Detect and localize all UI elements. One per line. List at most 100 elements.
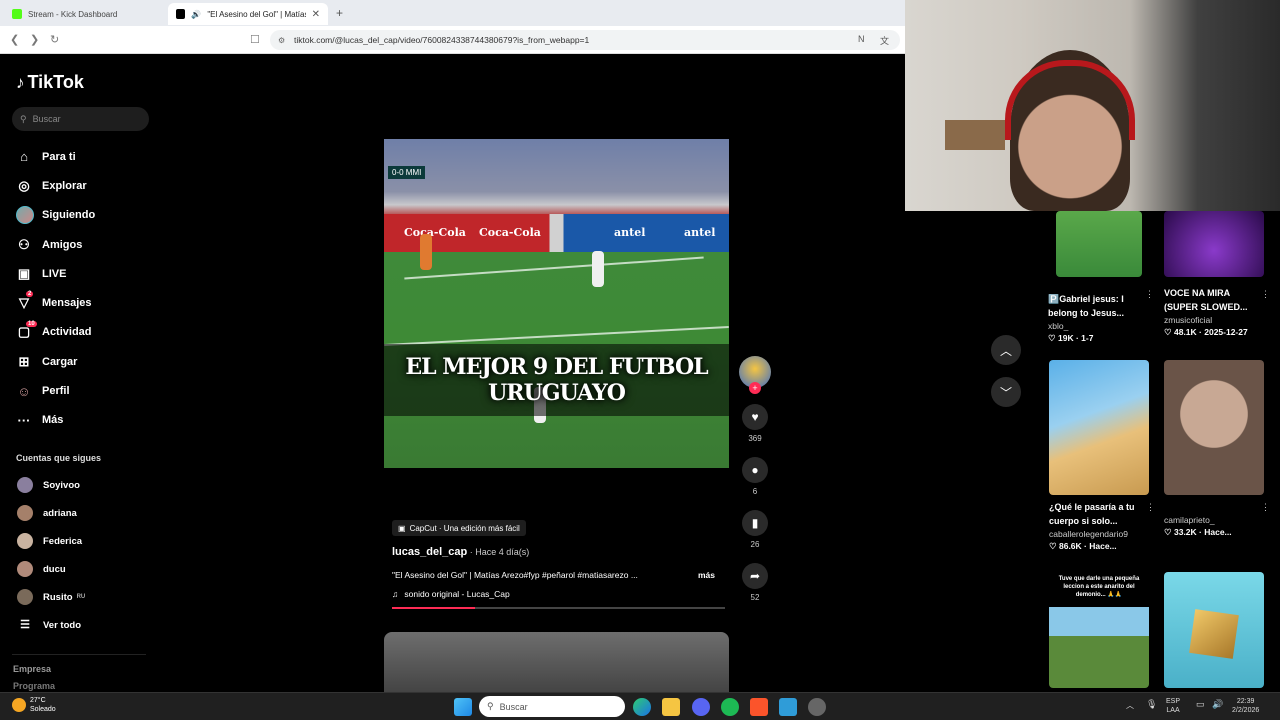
nav-label: Explorar bbox=[42, 179, 87, 192]
rec-date: 1-7 bbox=[1081, 333, 1094, 343]
following-item[interactable]: Soyivoo bbox=[0, 471, 160, 499]
nav-mas[interactable]: ··· Más bbox=[0, 406, 160, 435]
windows-start-icon[interactable] bbox=[454, 698, 472, 716]
following-item[interactable]: Rusito RU bbox=[0, 583, 160, 611]
clock[interactable]: 22:39 2/2/2026 bbox=[1232, 697, 1259, 715]
new-tab-button[interactable]: + bbox=[336, 6, 343, 20]
following-item[interactable]: adriana bbox=[0, 499, 160, 527]
recommended-video-info[interactable]: 🅿️Gabriel jesus: I belong to Jesus... xb… bbox=[1048, 287, 1154, 344]
video-progress-bar[interactable] bbox=[392, 607, 725, 609]
tray-chevron-icon[interactable]: ︿ bbox=[1126, 701, 1134, 710]
previous-video-button[interactable]: ︿ bbox=[991, 335, 1021, 365]
see-all-link[interactable]: ☰ Ver todo bbox=[0, 611, 160, 639]
more-options-icon[interactable]: ⋮ bbox=[1261, 502, 1270, 513]
more-button[interactable]: más bbox=[698, 570, 715, 580]
messages-icon: ▽ bbox=[19, 295, 29, 311]
recommended-video[interactable] bbox=[1164, 572, 1264, 688]
recommended-video[interactable] bbox=[1056, 211, 1142, 277]
microphone-icon[interactable]: 🎙 bbox=[1146, 700, 1157, 709]
nav-explorar[interactable]: ◎ Explorar bbox=[0, 171, 160, 200]
file-explorer-icon[interactable] bbox=[662, 698, 680, 716]
share-button[interactable]: ➦ bbox=[742, 563, 768, 589]
close-tab-icon[interactable]: ✕ bbox=[312, 9, 320, 20]
capcut-tag[interactable]: ▣ CapCut · Una edición más fácil bbox=[392, 520, 526, 536]
nav-actividad[interactable]: ▢ 10 Actividad bbox=[0, 318, 160, 347]
video-thumbnail bbox=[1164, 211, 1264, 277]
nav-live[interactable]: ▣ LIVE bbox=[0, 259, 160, 288]
reload-icon[interactable]: ↻ bbox=[50, 33, 59, 46]
video-actions: + ♥ 369 ● 6 ▮ 26 ➦ 52 bbox=[738, 356, 772, 616]
video-player[interactable]: 0-0 MMI Coca-Cola Coca-Cola antel antel … bbox=[384, 139, 729, 468]
next-video-button[interactable]: ﹀ bbox=[991, 377, 1021, 407]
following-name: Soyivoo bbox=[43, 479, 80, 491]
url-text: tiktok.com/@lucas_del_cap/video/76008243… bbox=[294, 35, 590, 45]
following-item[interactable]: Federica bbox=[0, 527, 160, 555]
nav-perfil[interactable]: ☺ Perfil bbox=[0, 376, 160, 405]
tiktok-logo[interactable]: ♪ TikTok bbox=[16, 72, 84, 93]
back-icon[interactable]: ❮ bbox=[10, 33, 19, 46]
notification-badge: 10 bbox=[26, 320, 37, 327]
comment-button[interactable]: ● bbox=[742, 457, 768, 483]
nav-mensajes[interactable]: ▽ 2 Mensajes bbox=[0, 288, 160, 317]
more-options-icon[interactable]: ⋮ bbox=[1261, 289, 1270, 300]
pitch-line bbox=[404, 256, 704, 280]
nav-para-ti[interactable]: ⌂ Para ti bbox=[0, 142, 160, 171]
thumbnail-caption: Tuve que darle una pequeña leccion a est… bbox=[1058, 576, 1140, 598]
friends-icon: ⚇ bbox=[18, 236, 30, 252]
sound-link[interactable]: ♫ sonido original - Lucas_Cap bbox=[392, 589, 510, 599]
recommended-video[interactable]: ¿Qué le pasaría a tu cuerpo si solo... c… bbox=[1049, 360, 1155, 552]
chevron-down-icon: ﹀ bbox=[999, 385, 1012, 400]
rec-stats: ♡ 19K · 1-7 bbox=[1048, 333, 1094, 343]
bookmark-icon[interactable]: ☐ bbox=[250, 33, 260, 46]
language-indicator[interactable]: ESP LAA bbox=[1166, 697, 1180, 715]
spotify-icon[interactable] bbox=[721, 698, 739, 716]
nav-siguiendo[interactable]: Siguiendo bbox=[0, 201, 160, 230]
footer-link-programa[interactable]: Programa bbox=[13, 681, 55, 691]
footer-link-empresa[interactable]: Empresa bbox=[13, 664, 51, 674]
ad-text: Coca-Cola bbox=[479, 226, 541, 239]
author-name[interactable]: lucas_del_cap bbox=[392, 546, 467, 558]
like-button[interactable]: ♥ bbox=[742, 404, 768, 430]
url-field[interactable]: ⚙ tiktok.com/@lucas_del_cap/video/760082… bbox=[270, 30, 900, 50]
tab-kick-dashboard[interactable]: Stream - Kick Dashboard bbox=[4, 3, 164, 25]
rec-date: 2025-12-27 bbox=[1204, 327, 1248, 337]
rec-stats: ♡ 33.2K · Hace... bbox=[1164, 527, 1232, 537]
video-thumbnail bbox=[1049, 360, 1149, 495]
site-info-icon[interactable]: ⚙ bbox=[278, 36, 285, 45]
forward-icon[interactable]: ❯ bbox=[30, 33, 39, 46]
rec-likes: 48.1K bbox=[1173, 327, 1197, 337]
follow-plus-icon[interactable]: + bbox=[749, 382, 761, 394]
brave-icon[interactable] bbox=[750, 698, 768, 716]
reader-icon[interactable]: N bbox=[858, 34, 865, 44]
nav-label: Cargar bbox=[42, 355, 78, 368]
more-options-icon[interactable]: ⋮ bbox=[1145, 289, 1154, 300]
taskbar-search[interactable]: ⚲ Buscar bbox=[479, 696, 625, 717]
weather-widget[interactable]: 27°C Soleado bbox=[12, 696, 56, 714]
nav-label: Siguiendo bbox=[42, 209, 96, 222]
creator-avatar[interactable]: + bbox=[739, 356, 771, 394]
translate-icon[interactable]: 文 bbox=[880, 34, 889, 47]
next-video-preview[interactable] bbox=[384, 632, 729, 692]
heart-icon: ♥ bbox=[751, 410, 759, 424]
more-options-icon[interactable]: ⋮ bbox=[1146, 502, 1155, 513]
save-button[interactable]: ▮ bbox=[742, 510, 768, 536]
nav-cargar[interactable]: ⊞ Cargar bbox=[0, 347, 160, 376]
rec-user: xblo_ bbox=[1048, 321, 1069, 331]
recommended-video[interactable]: VOCE NA MIRA (SUPER SLOWED... zmusicofic… bbox=[1164, 211, 1270, 338]
following-item[interactable]: ducu bbox=[0, 555, 160, 583]
search-input[interactable]: ⚲ Buscar bbox=[12, 107, 149, 131]
volume-icon[interactable]: 🔊 bbox=[1212, 700, 1223, 709]
edge-icon[interactable] bbox=[633, 698, 651, 716]
notepad-icon[interactable] bbox=[779, 698, 797, 716]
chevron-up-icon: ︿ bbox=[999, 343, 1012, 358]
capcut-label: CapCut · Una edición más fácil bbox=[409, 523, 520, 533]
nav-amigos[interactable]: ⚇ Amigos bbox=[0, 230, 160, 259]
app-icon[interactable] bbox=[808, 698, 826, 716]
background-shelf bbox=[945, 120, 1005, 150]
recommended-video[interactable]: camilaprieto_ ♡ 33.2K · Hace... ⋮ bbox=[1164, 360, 1270, 538]
network-icon[interactable]: ▭ bbox=[1196, 700, 1205, 709]
discord-icon[interactable] bbox=[692, 698, 710, 716]
tab-tiktok-video[interactable]: 🔊 "El Asesino del Gol" | Matías / ✕ bbox=[168, 3, 328, 25]
recommended-video[interactable]: Tuve que darle una pequeña leccion a est… bbox=[1049, 572, 1149, 688]
home-icon: ⌂ bbox=[20, 149, 28, 165]
